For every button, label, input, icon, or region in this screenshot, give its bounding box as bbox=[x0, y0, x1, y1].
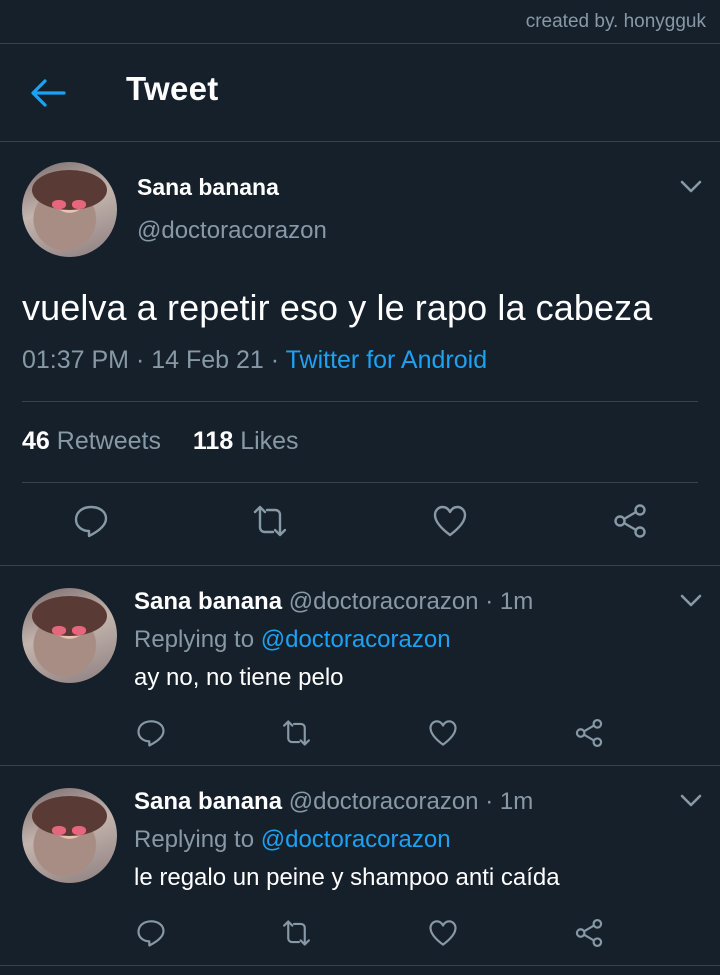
heart-icon[interactable] bbox=[432, 503, 468, 539]
replying-to-link[interactable]: @doctoracorazon bbox=[261, 626, 451, 653]
retweets-count: 46 bbox=[22, 427, 50, 455]
divider bbox=[22, 482, 698, 483]
reply-header: Sana banana @doctoracorazon · 1m bbox=[134, 788, 533, 816]
chevron-down-icon[interactable] bbox=[680, 180, 702, 194]
tweet-date: 14 Feb 21 bbox=[151, 346, 264, 374]
author-handle[interactable]: @doctoracorazon bbox=[289, 588, 479, 615]
divider bbox=[22, 401, 698, 402]
share-icon[interactable] bbox=[574, 718, 604, 748]
heart-icon[interactable] bbox=[428, 918, 458, 948]
chevron-down-icon[interactable] bbox=[680, 794, 702, 808]
author-name[interactable]: Sana banana bbox=[134, 788, 282, 815]
reply-icon[interactable] bbox=[136, 718, 166, 748]
reply-tweet[interactable]: Sana banana @doctoracorazon · 1m Replyin… bbox=[0, 766, 720, 966]
author-name[interactable]: Sana banana bbox=[137, 174, 279, 201]
author-handle[interactable]: @doctoracorazon bbox=[137, 217, 327, 245]
likes-count: 118 bbox=[192, 427, 234, 455]
reply-header: Sana banana @doctoracorazon · 1m bbox=[134, 588, 533, 616]
author-name[interactable]: Sana banana bbox=[134, 588, 282, 615]
tweet-stats: 46 Retweets 118 Likes bbox=[22, 427, 299, 456]
meta-separator: · bbox=[478, 588, 500, 615]
reply-text: le regalo un peine y shampoo anti caída bbox=[134, 864, 560, 891]
heart-icon[interactable] bbox=[428, 718, 458, 748]
retweet-icon[interactable] bbox=[250, 503, 290, 539]
meta-separator: · bbox=[270, 346, 286, 374]
replying-to-label: Replying to bbox=[134, 626, 255, 653]
tweet-time: 01:37 PM bbox=[22, 346, 130, 374]
likes-label: Likes bbox=[240, 427, 299, 455]
share-icon[interactable] bbox=[612, 503, 648, 539]
author-handle[interactable]: @doctoracorazon bbox=[289, 788, 479, 815]
reply-age: 1m bbox=[499, 588, 534, 615]
replying-to-link[interactable]: @doctoracorazon bbox=[261, 826, 451, 853]
main-tweet: Sana banana @doctoracorazon vuelva a rep… bbox=[0, 0, 720, 566]
replying-to-label: Replying to bbox=[134, 826, 255, 853]
retweets-label: Retweets bbox=[56, 427, 161, 455]
reply-icon[interactable] bbox=[73, 503, 109, 539]
tweet-text: vuelva a repetir eso y le rapo la cabeza bbox=[22, 287, 653, 328]
likes-stat[interactable]: 118 Likes bbox=[193, 427, 299, 455]
chevron-down-icon[interactable] bbox=[680, 594, 702, 608]
tweet-source-link[interactable]: Twitter for Android bbox=[286, 346, 487, 374]
retweet-icon[interactable] bbox=[280, 918, 313, 948]
replying-to: Replying to @doctoracorazon bbox=[134, 826, 451, 854]
reply-text: ay no, no tiene pelo bbox=[134, 664, 344, 691]
meta-separator: · bbox=[478, 788, 500, 815]
avatar[interactable] bbox=[22, 162, 117, 257]
meta-separator: · bbox=[135, 346, 152, 374]
tweet-meta: 01:37 PM · 14 Feb 21 · Twitter for Andro… bbox=[22, 346, 487, 375]
retweet-icon[interactable] bbox=[280, 718, 313, 748]
replying-to: Replying to @doctoracorazon bbox=[134, 626, 451, 654]
share-icon[interactable] bbox=[574, 918, 604, 948]
avatar[interactable] bbox=[22, 788, 117, 883]
reply-age: 1m bbox=[499, 788, 534, 815]
avatar[interactable] bbox=[22, 588, 117, 683]
reply-tweet[interactable]: Sana banana @doctoracorazon · 1m Replyin… bbox=[0, 566, 720, 766]
reply-icon[interactable] bbox=[136, 918, 166, 948]
retweets-stat[interactable]: 46 Retweets bbox=[22, 427, 161, 455]
